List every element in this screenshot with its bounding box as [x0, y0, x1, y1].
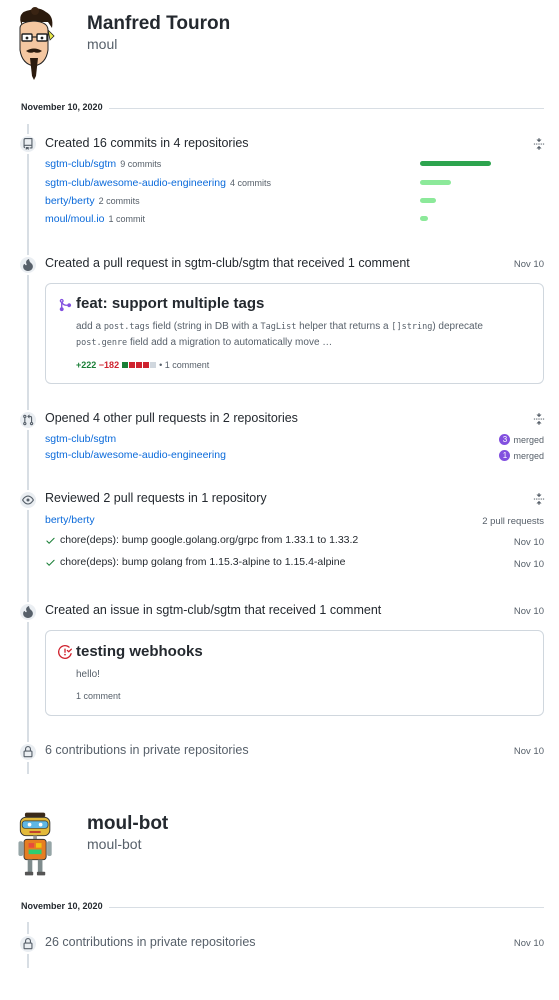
merged-badge: 3 [499, 434, 511, 445]
issue-title[interactable]: testing webhooks [76, 643, 203, 660]
date-header: November 10, 2020 [21, 102, 544, 116]
body-text: helper that returns a [296, 321, 392, 332]
avatar[interactable] [12, 808, 60, 880]
profile-name[interactable]: moul-bot [87, 813, 168, 835]
comment-count[interactable]: • 1 comment [159, 360, 209, 370]
event-title-prs-opened: Opened 4 other pull requests in 2 reposi… [45, 411, 298, 425]
merged-label: merged [513, 450, 544, 461]
git-pull-request-icon [18, 410, 38, 430]
profile-login[interactable]: moul [87, 36, 117, 52]
body-code: post.tags [103, 322, 150, 332]
date-month-day: November 10, [21, 102, 81, 112]
additions: +222 [76, 360, 97, 370]
repo-name[interactable]: berty/berty [45, 195, 95, 207]
eye-icon [18, 490, 38, 510]
commit-repo-link[interactable]: sgtm-club/sgtm 9 commits [45, 158, 161, 170]
body-text: field (string in DB with a [149, 321, 261, 332]
commit-repo-link[interactable]: moul/moul.io 1 commit [45, 213, 145, 225]
body-code: TagList [260, 322, 297, 332]
check-icon [46, 537, 55, 544]
repo-push-icon [18, 134, 38, 154]
review-count: 2 pull requests [482, 516, 544, 527]
commit-count: 2 commits [98, 196, 140, 206]
fold-icon[interactable] [533, 493, 545, 505]
body-code: []string [391, 322, 433, 332]
body-text: ) deprecate [432, 321, 483, 332]
review-item[interactable]: chore(deps): bump google.golang.org/grpc… [45, 534, 358, 546]
profile-header-manfred: Manfred Touron moul [0, 0, 559, 90]
pull-request-title[interactable]: feat: support multiple tags [76, 295, 264, 312]
pull-request-body: add a post.tags field (string in DB with… [76, 319, 529, 351]
git-merge-icon [59, 298, 72, 312]
flame-icon [18, 602, 38, 622]
event-title-issue: Created an issue in sgtm-club/sgtm that … [45, 603, 382, 617]
body-code: post.genre [76, 338, 128, 348]
repo-name[interactable]: moul/moul.io [45, 213, 105, 225]
commit-bar [420, 180, 451, 185]
commit-bar [420, 198, 436, 203]
comment-count[interactable]: 1 comment [76, 691, 121, 701]
event-date: Nov 10 [513, 259, 544, 270]
merged-count: 3 merged [499, 434, 544, 445]
body-text: field add a migration to automatically m… [127, 337, 333, 348]
date-header: November 10, 2020 [21, 901, 544, 915]
deletions: −182 [98, 360, 120, 370]
review-item-title[interactable]: chore(deps): bump golang from 1.15.3-alp… [60, 556, 345, 568]
pr-repo-link[interactable]: sgtm-club/awesome-audio-engineering [45, 449, 226, 461]
pull-request-card: feat: support multiple tags add a post.t… [45, 283, 544, 384]
commit-repo-link[interactable]: berty/berty 2 commits [45, 195, 140, 207]
lock-icon [18, 742, 38, 762]
lock-icon [18, 934, 38, 954]
date-year: 2020 [82, 102, 103, 112]
review-repo-link[interactable]: berty/berty [45, 514, 95, 526]
profile-name[interactable]: Manfred Touron [87, 13, 230, 35]
event-title-reviewed: Reviewed 2 pull requests in 1 repository [45, 491, 267, 505]
fold-icon[interactable] [533, 413, 545, 425]
merged-label: merged [513, 434, 544, 445]
issue-card: testing webhooks hello! 1 comment [45, 630, 544, 716]
timeline-line [27, 124, 29, 774]
review-item-title[interactable]: chore(deps): bump google.golang.org/grpc… [60, 534, 358, 546]
private-contributions: 6 contributions in private repositories [45, 743, 249, 757]
event-date: Nov 10 [513, 606, 544, 617]
commit-count: 9 commits [120, 159, 162, 169]
flame-icon [18, 255, 38, 275]
commit-count: 4 commits [229, 178, 271, 188]
event-date: Nov 10 [513, 746, 544, 757]
diffstat [121, 360, 157, 370]
check-icon [46, 559, 55, 566]
repo-name[interactable]: sgtm-club/sgtm [45, 158, 116, 170]
event-date: Nov 10 [513, 938, 544, 949]
commit-bar [420, 216, 428, 221]
date-month-day: November 10, [21, 901, 81, 911]
event-date: Nov 10 [513, 537, 544, 548]
issue-body: hello! [76, 669, 100, 680]
merged-badge: 1 [499, 450, 511, 461]
merged-count: 1 merged [499, 450, 544, 461]
fold-icon[interactable] [533, 138, 545, 150]
date-year: 2020 [82, 901, 103, 911]
body-text: add a [76, 321, 104, 332]
profile-header-moul-bot: moul-bot moul-bot [0, 800, 559, 890]
event-title-pr-created: Created a pull request in sgtm-club/sgtm… [45, 256, 410, 270]
commit-count: 1 commit [108, 214, 146, 224]
commit-repo-link[interactable]: sgtm-club/awesome-audio-engineering 4 com… [45, 177, 271, 189]
repo-name[interactable]: sgtm-club/awesome-audio-engineering [45, 177, 226, 189]
event-date: Nov 10 [513, 559, 544, 570]
avatar[interactable] [8, 6, 60, 82]
event-title-commits: Created 16 commits in 4 repositories [45, 136, 249, 150]
private-contributions: 26 contributions in private repositories [45, 935, 256, 949]
issue-closed-icon [58, 645, 72, 659]
commit-bar [420, 161, 491, 166]
review-item[interactable]: chore(deps): bump golang from 1.15.3-alp… [45, 556, 345, 568]
profile-login[interactable]: moul-bot [87, 836, 141, 852]
pull-request-meta: +222 −182 • 1 comment [76, 360, 209, 370]
pr-repo-link[interactable]: sgtm-club/sgtm [45, 433, 116, 445]
